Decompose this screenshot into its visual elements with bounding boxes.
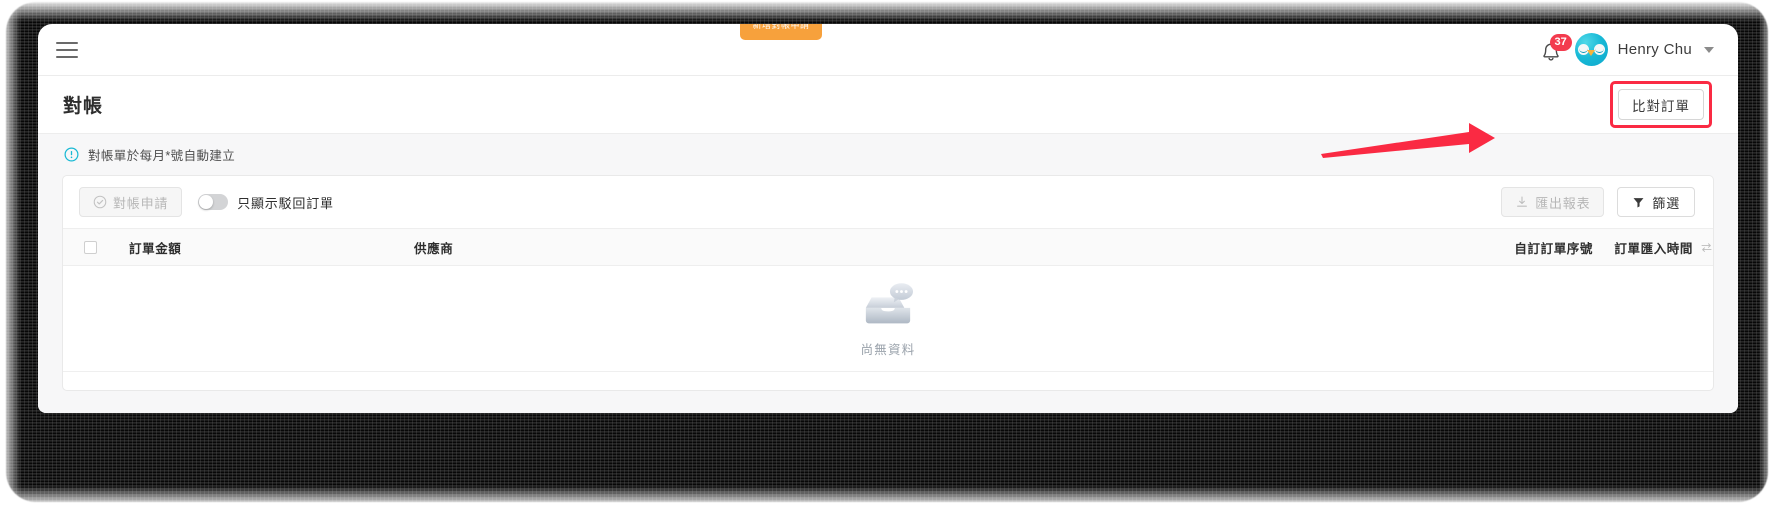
rejected-only-toggle-label: 只顯示駁回訂單 [237,195,334,211]
column-header-custom-order-no[interactable]: 自訂訂單序號 [1514,238,1614,257]
hamburger-bar [56,48,78,51]
annotation-highlight-box: 比對訂單 [1610,81,1712,128]
toggle-knob [199,195,214,209]
hamburger-menu-icon[interactable] [56,41,78,58]
panel-toolbar: 對帳申請 只顯示駁回訂單 匯出報表 篩選 [63,176,1713,228]
column-header-supplier[interactable]: 供應商 [414,238,697,257]
filter-button[interactable]: 篩選 [1617,187,1695,217]
rejected-only-toggle[interactable] [198,194,229,210]
app-window: 新增對帳申請 37 Henry Chu 對帳 比對訂單 對帳單於每月*號自動建立… [38,24,1738,413]
select-all-checkbox[interactable] [84,240,97,254]
info-banner: 對帳單於每月*號自動建立 [38,133,1738,175]
filter-label: 篩選 [1652,195,1680,211]
username-label[interactable]: Henry Chu [1618,41,1692,58]
notification-count-badge: 37 [1549,33,1572,51]
column-header-import-time-label: 訂單匯入時間 [1614,241,1693,256]
funnel-icon [1633,197,1644,208]
hamburger-bar [56,41,78,44]
toolbar-right-actions: 匯出報表 篩選 [1501,187,1695,217]
check-circle-icon [93,195,107,209]
chevron-down-icon[interactable] [1704,46,1714,53]
compare-orders-button[interactable]: 比對訂單 [1618,89,1704,120]
reconcile-request-button[interactable]: 對帳申請 [79,187,183,217]
info-banner-text: 對帳單於每月*號自動建立 [88,149,236,163]
avatar-eye-right [1593,44,1605,55]
download-icon [1517,196,1528,207]
hamburger-bar [56,55,78,58]
page-title: 對帳 [63,96,104,117]
empty-state-text: 尚無資料 [860,342,916,357]
table-header-row: 訂單金額 供應商 自訂訂單序號 訂單匯入時間 [63,228,1713,266]
reconciliation-panel: 對帳申請 只顯示駁回訂單 匯出報表 篩選 訂單金額 供應商 自訂訂單序號 訂單匯… [62,175,1714,391]
bezel-fade-right [1751,0,1777,507]
page-header-actions: 比對訂單 [1610,81,1712,128]
notification-bell-button[interactable]: 37 [1539,33,1572,65]
column-header-order-amount[interactable]: 訂單金額 [129,238,414,257]
export-report-button[interactable]: 匯出報表 [1501,187,1605,217]
reconcile-request-label: 對帳申請 [113,195,169,211]
column-header-import-time[interactable]: 訂單匯入時間 [1614,238,1713,257]
empty-inbox-icon [865,282,914,323]
content-area: 對帳申請 只顯示駁回訂單 匯出報表 篩選 訂單金額 供應商 自訂訂單序號 訂單匯… [38,175,1738,413]
page-header: 對帳 比對訂單 [38,76,1738,133]
owl-avatar[interactable] [1574,33,1608,66]
bezel-fade-bottom [0,477,1777,507]
floating-action-tab[interactable]: 新增對帳申請 [740,24,822,40]
info-circle-icon [64,147,79,162]
rejected-only-toggle-group: 只顯示駁回訂單 [198,193,334,212]
sort-icon[interactable] [1700,241,1713,254]
table-empty-state: 尚無資料 [63,266,1713,372]
export-report-label: 匯出報表 [1535,195,1591,211]
top-navigation-bar: 37 Henry Chu [38,24,1738,76]
avatar-beak [1587,50,1596,56]
table-select-all-cell [63,240,129,254]
bezel-fade-left [0,0,30,507]
top-bar-right-cluster: 37 Henry Chu [1539,33,1714,66]
